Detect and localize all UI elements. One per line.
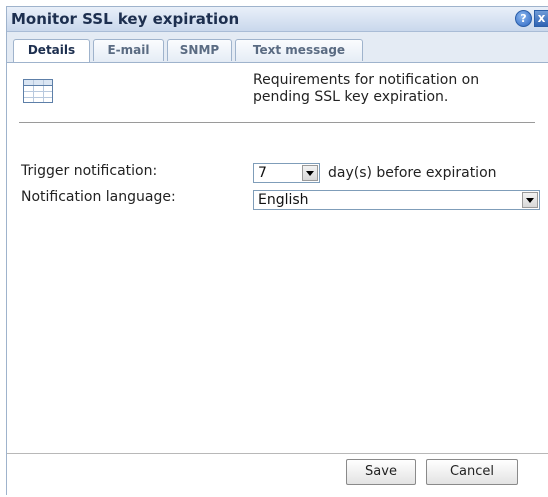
section-divider	[19, 122, 535, 123]
dialog-footer: Save Cancel	[7, 453, 548, 497]
monitor-ssl-dialog: Monitor SSL key expiration ? x Details E…	[6, 6, 548, 497]
dialog-title: Monitor SSL key expiration	[11, 10, 240, 28]
notification-language-value: English	[258, 192, 309, 208]
chevron-down-icon[interactable]	[522, 192, 538, 208]
trigger-notification-label: Trigger notification:	[21, 163, 158, 179]
tab-divider	[7, 62, 548, 63]
table-icon	[23, 79, 53, 103]
tab-text-message[interactable]: Text message	[235, 39, 363, 61]
notification-language-label: Notification language:	[21, 189, 176, 205]
tab-bar: Details E-mail SNMP Text message	[7, 32, 548, 63]
trigger-days-select[interactable]: 7	[253, 163, 320, 183]
dialog-titlebar: Monitor SSL key expiration ? x	[7, 7, 548, 32]
trigger-days-value: 7	[258, 165, 267, 181]
tab-snmp[interactable]: SNMP	[167, 39, 232, 61]
save-button[interactable]: Save	[346, 459, 416, 485]
chevron-down-icon[interactable]	[302, 165, 318, 181]
help-icon[interactable]: ?	[515, 10, 532, 27]
details-description: Requirements for notification on pending…	[253, 72, 480, 105]
notification-language-select[interactable]: English	[253, 190, 540, 210]
cancel-button[interactable]: Cancel	[426, 459, 518, 485]
close-icon[interactable]: x	[534, 10, 548, 27]
trigger-days-suffix: day(s) before expiration	[328, 165, 497, 181]
tab-details[interactable]: Details	[13, 39, 90, 63]
tab-email[interactable]: E-mail	[93, 39, 164, 61]
